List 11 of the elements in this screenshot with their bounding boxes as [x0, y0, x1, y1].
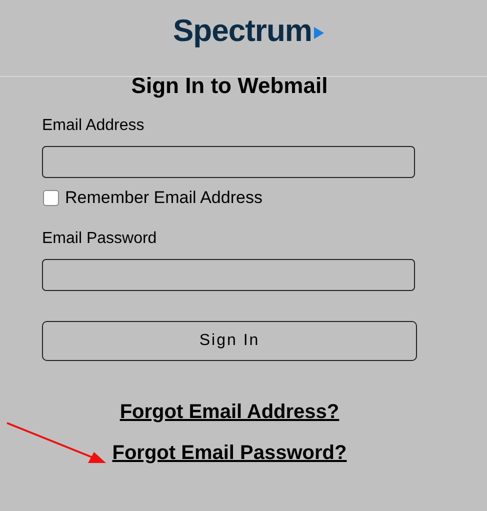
page-title: Sign In to Webmail [130, 73, 329, 99]
field-label: Email Address [42, 117, 146, 135]
checkbox-label: Remember Email Address [65, 188, 262, 208]
input-field[interactable] [42, 259, 415, 291]
remember-checkbox[interactable] [43, 190, 59, 206]
sign-in-button[interactable]: Sign In [42, 321, 417, 361]
spectrum-logo: Spectrum [173, 13, 324, 49]
field-label: Email Password [42, 230, 158, 248]
input-field[interactable] [42, 146, 415, 178]
forgot-link[interactable]: Forgot Email Password? [112, 442, 347, 465]
forgot-link[interactable]: Forgot Email Address? [120, 401, 340, 424]
